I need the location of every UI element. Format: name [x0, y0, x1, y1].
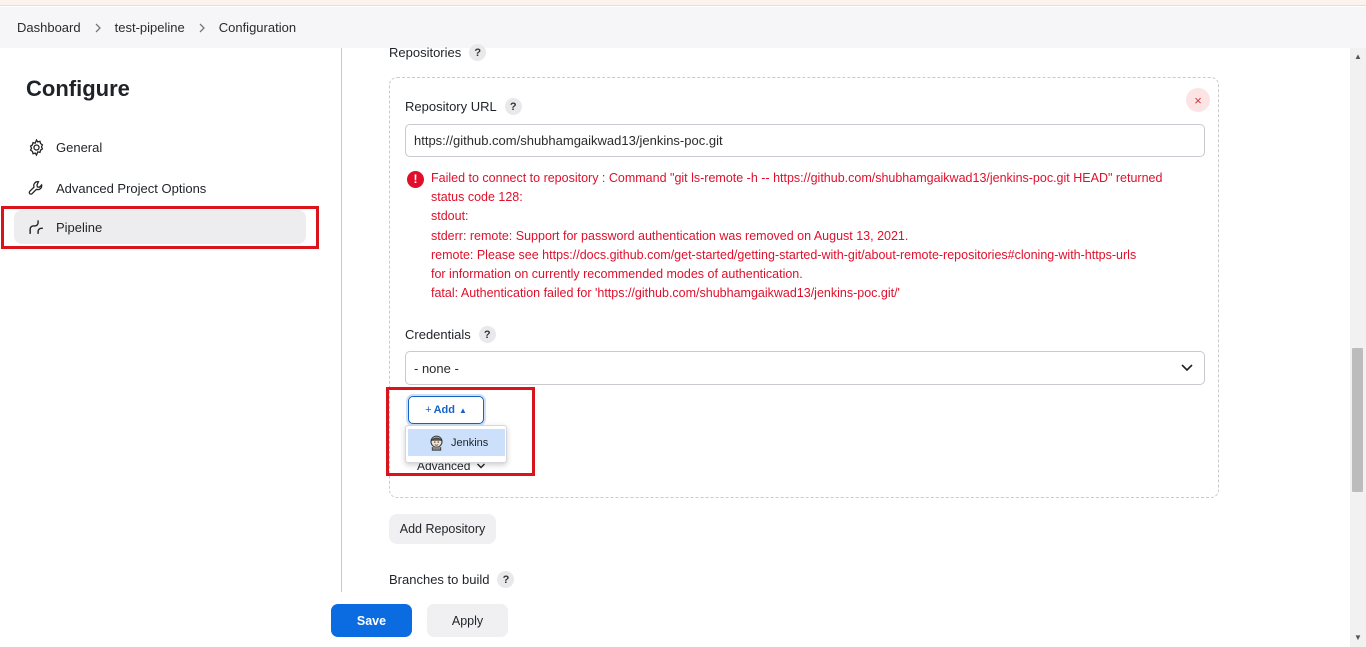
jenkins-icon	[428, 434, 445, 451]
wrench-icon	[26, 178, 46, 198]
caret-up-icon: ▲	[458, 405, 467, 415]
error-line: for information on currently recommended…	[431, 267, 803, 282]
error-icon: !	[407, 171, 424, 188]
credentials-label: Credentials ?	[405, 326, 496, 343]
help-icon[interactable]: ?	[478, 326, 496, 343]
error-line: stderr: remote: Support for password aut…	[431, 228, 909, 243]
breadcrumb-test-pipeline[interactable]: test-pipeline	[115, 20, 185, 35]
sidebar: Configure General Advanced Project Optio…	[0, 48, 340, 647]
sidebar-item-advanced-project-options[interactable]: Advanced Project Options	[14, 171, 306, 205]
page-title: Configure	[26, 76, 130, 101]
help-icon[interactable]: ?	[469, 44, 487, 61]
pipeline-icon	[26, 217, 46, 237]
help-icon[interactable]: ?	[504, 98, 522, 115]
credentials-select[interactable]: - none -	[405, 351, 1205, 385]
breadcrumb-configuration[interactable]: Configuration	[219, 20, 296, 35]
repository-url-input[interactable]	[405, 124, 1205, 157]
error-line: Failed to connect to repository : Comman…	[431, 171, 1163, 185]
add-credentials-button[interactable]: + Add ▲	[408, 396, 484, 424]
error-line: stdout:	[431, 209, 469, 224]
add-repository-button[interactable]: Add Repository	[389, 514, 496, 544]
repository-panel: × Repository URL ? ! Failed to connect t…	[389, 77, 1219, 498]
sidebar-item-general[interactable]: General	[14, 130, 306, 164]
close-icon[interactable]: ×	[1186, 88, 1210, 112]
error-line: status code 128:	[431, 190, 523, 205]
plus-icon: +	[425, 404, 432, 416]
breadcrumb: Dashboard test-pipeline Configuration	[0, 7, 1366, 48]
breadcrumb-dashboard[interactable]: Dashboard	[17, 20, 81, 35]
top-strip	[0, 0, 1366, 6]
chevron-right-icon	[94, 23, 102, 33]
error-line: remote: Please see https://docs.github.c…	[431, 247, 1137, 262]
apply-button[interactable]: Apply	[427, 604, 508, 637]
sidebar-item-label: Pipeline	[56, 219, 103, 235]
sidebar-item-label: General	[56, 139, 103, 155]
gear-icon	[26, 137, 46, 157]
main-content: Repositories ? × Repository URL ? ! Fail…	[342, 44, 1350, 647]
sidebar-item-pipeline[interactable]: Pipeline	[14, 210, 306, 244]
scrollbar-thumb[interactable]	[1352, 348, 1363, 492]
error-line: fatal: Authentication failed for 'https:…	[431, 286, 900, 301]
repository-url-label: Repository URL ?	[405, 98, 522, 115]
scroll-down-icon[interactable]: ▼	[1354, 633, 1362, 642]
add-credentials-dropdown: Jenkins	[405, 425, 507, 463]
sidebar-item-label: Advanced Project Options	[56, 180, 207, 196]
chevron-down-icon	[1180, 360, 1194, 377]
scrollbar[interactable]: ▲ ▼	[1350, 48, 1366, 647]
chevron-right-icon	[198, 23, 206, 33]
help-icon[interactable]: ?	[497, 571, 515, 588]
branches-to-build-label: Branches to build ?	[389, 571, 515, 588]
save-button[interactable]: Save	[331, 604, 412, 637]
dropdown-item-jenkins[interactable]: Jenkins	[408, 429, 505, 456]
error-message: ! Failed to connect to repository : Comm…	[405, 169, 1210, 303]
scroll-up-icon[interactable]: ▲	[1354, 52, 1362, 61]
repositories-label: Repositories ?	[389, 44, 487, 61]
